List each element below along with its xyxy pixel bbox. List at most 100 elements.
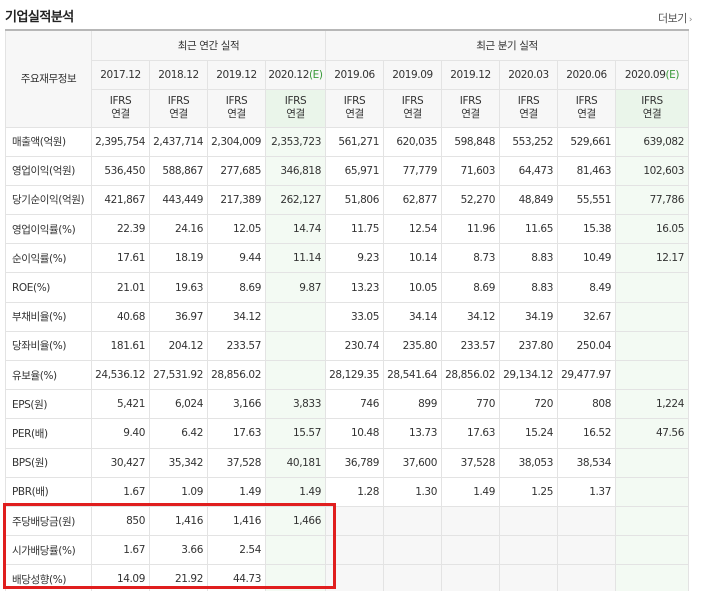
table-row: PER(배) 9.40 6.42 17.63 15.57 10.48 13.73 17.63 1… [5,418,689,449]
value-cell: 3,833 [265,389,326,420]
value-cell: 639,082 [615,126,689,157]
value-cell: 37,600 [383,447,442,478]
basis-scope: 연결 [345,108,364,120]
table-row: 시가배당률(%) 1.67 3.66 2.54 [5,535,689,566]
value-cell: 81,463 [557,155,616,186]
chevron-right-icon: › [688,15,693,25]
value-cell: 8.49 [557,272,616,303]
value-cell: 2,304,009 [207,126,266,157]
value-cell: 421,867 [91,184,150,216]
period-label: 2020.03 [508,68,549,81]
value-cell: 12.17 [615,243,689,274]
value-cell: 217,389 [207,184,266,216]
value-cell [265,564,326,591]
row-label: 영업이익률(%) [5,214,92,245]
value-cell: 37,528 [207,447,266,478]
value-cell: 21.01 [91,272,150,303]
value-cell [557,505,616,537]
basis-standard: IFRS [459,95,482,107]
value-cell: 28,129.35 [325,359,384,391]
value-cell: 28,856.02 [207,359,266,391]
value-cell: 36,789 [325,447,384,478]
value-cell [615,359,689,391]
basis-header: IFRS 연결 [557,88,616,128]
table-row: 배당성향(%) 14.09 21.92 44.73 [5,564,689,591]
basis-scope: 연결 [286,108,305,120]
period-header: 2019.09 [383,59,442,90]
row-label: EPS(원) [5,389,92,420]
row-label: 매출액(억원) [5,126,92,157]
value-cell: 11.75 [325,214,384,245]
basis-standard: IFRS [517,95,540,107]
value-cell [615,564,689,591]
more-label: 더보기 [658,12,687,25]
value-cell: 18.19 [149,243,208,274]
value-cell: 17.63 [207,418,266,449]
period-label: 2019.09 [392,68,433,81]
value-cell: 1,416 [207,505,266,537]
value-cell: 536,450 [91,155,150,186]
value-cell: 1.30 [383,476,442,507]
value-cell: 11.65 [499,214,558,245]
value-cell: 17.63 [441,418,500,449]
value-cell: 770 [441,389,500,420]
value-cell: 38,534 [557,447,616,478]
value-cell [615,505,689,537]
value-cell: 52,270 [441,184,500,216]
value-cell: 38,053 [499,447,558,478]
row-label: 시가배당률(%) [5,535,92,566]
value-cell: 1,466 [265,505,326,537]
value-cell: 598,848 [441,126,500,157]
table-body: 매출액(억원) 2,395,754 2,437,714 2,304,009 2,353,… [5,126,689,591]
value-cell [615,476,689,507]
basis-header: IFRS 연결 [441,88,500,128]
table-row: 영업이익률(%) 22.39 24.16 12.05 14.74 11.75 12.54 11… [5,214,689,245]
value-cell: 204.12 [149,330,208,362]
value-cell: 8.83 [499,272,558,303]
basis-header: IFRS 연결 [499,88,558,128]
basis-header: IFRS 연결 [615,88,689,128]
value-cell: 899 [383,389,442,420]
value-cell [325,564,384,591]
basis-standard: IFRS [225,95,248,107]
value-cell: 44.73 [207,564,266,591]
value-cell: 24,536.12 [91,359,150,391]
value-cell: 181.61 [91,330,150,362]
basis-header: IFRS 연결 [207,88,266,128]
value-cell: 34.12 [207,301,266,332]
value-cell [383,535,442,566]
value-cell: 720 [499,389,558,420]
value-cell: 10.14 [383,243,442,274]
value-cell [265,330,326,362]
value-cell: 11.14 [265,243,326,274]
value-cell: 35,342 [149,447,208,478]
value-cell: 620,035 [383,126,442,157]
row-label: 유보율(%) [5,359,92,391]
basis-scope: 연결 [642,108,662,120]
basis-standard: IFRS [167,95,190,107]
period-row: 2017.12 2018.12 2019.12 2020.12(E) 2019.06 20… [6,59,689,90]
value-cell: 5,421 [91,389,150,420]
basis-scope: 연결 [227,108,246,120]
value-cell: 17.61 [91,243,150,274]
value-cell: 1.28 [325,476,384,507]
table-row: 영업이익(억원) 536,450 588,867 277,685 346,818 65,9… [5,155,689,186]
value-cell [615,330,689,362]
value-cell [325,505,384,537]
value-cell [383,505,442,537]
value-cell [499,535,558,566]
value-cell [499,564,558,591]
value-cell: 37,528 [441,447,500,478]
value-cell [499,505,558,537]
value-cell: 277,685 [207,155,266,186]
value-cell: 27,531.92 [149,359,208,391]
value-cell: 8.69 [207,272,266,303]
value-cell: 16.05 [615,214,689,245]
more-link[interactable]: 더보기 › [658,10,693,26]
value-cell: 1,416 [149,505,208,537]
value-cell: 33.05 [325,301,384,332]
value-cell: 14.09 [91,564,150,591]
table-row: 유보율(%) 24,536.12 27,531.92 28,856.02 28,129.… [5,359,689,391]
value-cell: 1.49 [441,476,500,507]
period-label: 2018.12 [158,68,199,81]
